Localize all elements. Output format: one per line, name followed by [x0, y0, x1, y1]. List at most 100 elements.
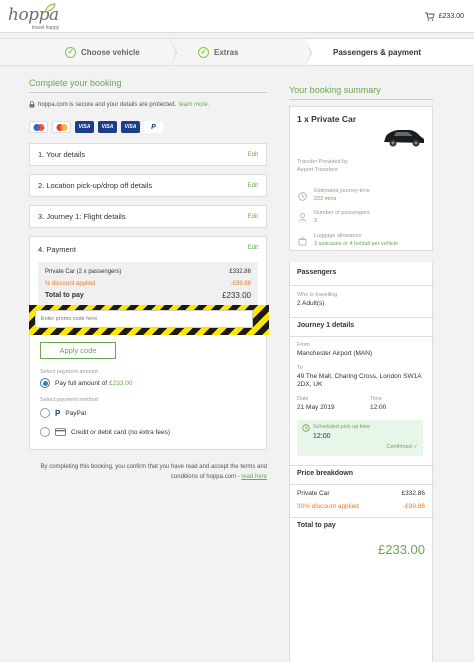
bd-discount-amount: -£99.86	[402, 503, 425, 510]
who-value: 2 Adult(s)	[297, 300, 325, 307]
confirmed-status: Confirmed ✓	[386, 444, 418, 450]
edit-link[interactable]: Edit	[248, 152, 258, 158]
terms-notice: By completing this booking, you confirm …	[29, 462, 267, 482]
cart-summary[interactable]: £233.00	[424, 12, 464, 21]
clock-icon	[302, 424, 310, 432]
bd-discount-label: 30% discount applied	[297, 503, 359, 510]
learn-more-link[interactable]: learn more.	[179, 102, 209, 108]
breakdown-heading: Price breakdown	[297, 470, 354, 477]
section-label: 4. Payment	[38, 245, 76, 254]
vehicle-card: 1 x Private Car Transfer Provided by Air…	[289, 106, 433, 251]
bd-car-amount: £332.86	[401, 490, 426, 497]
terms-link[interactable]: read here	[241, 474, 267, 480]
payment-amount-label: Select payment amount	[40, 369, 98, 375]
section-label: 1. Your details	[38, 150, 86, 159]
summary-divider	[289, 99, 433, 100]
luggage-icon	[298, 237, 307, 246]
step-extras[interactable]: ✓ Extras	[170, 38, 312, 67]
step-passengers-payment[interactable]: Passengers & payment	[305, 38, 474, 66]
passengers-label: Number of passengers	[314, 210, 370, 216]
radio-unselected[interactable]	[40, 427, 50, 437]
section-label: 2. Location pick-up/drop off details	[38, 181, 153, 190]
edit-link[interactable]: Edit	[248, 183, 258, 189]
summary-total-amount: £233.00	[378, 542, 425, 557]
car-image	[384, 130, 424, 147]
payment-method-label: Select payment method	[40, 397, 98, 403]
clock-icon	[298, 192, 307, 201]
sched-label: Scheduled pick-up time	[313, 424, 371, 430]
mastercard-icon	[52, 121, 71, 133]
maestro-icon	[29, 121, 48, 133]
from-label: From	[297, 342, 310, 348]
lock-icon	[29, 101, 35, 108]
discount-amount: -£99.86	[230, 281, 251, 287]
summary-title: Your booking summary	[289, 85, 381, 95]
journey-time-value: 222 mins	[314, 196, 337, 202]
paypal-icon: P	[55, 408, 61, 418]
visa-icon: VISA	[75, 121, 94, 133]
journey-heading: Journey 1 details	[297, 322, 355, 329]
radio-unselected[interactable]	[40, 408, 50, 418]
luggage-info: Luggage allowance 3 suitcases or 4 holda…	[314, 232, 398, 248]
booking-form: Complete your booking hoppa.com is secur…	[29, 78, 267, 450]
security-notice: hoppa.com is secure and your details are…	[29, 101, 267, 108]
edit-link[interactable]: Edit	[248, 245, 258, 254]
chevron-divider-fill	[170, 39, 176, 67]
apply-code-button[interactable]: Apply code	[40, 342, 116, 359]
price-label: Private Car (2 x passengers)	[45, 269, 122, 275]
passengers-heading: Passengers	[297, 269, 337, 276]
visa-electron-icon: VISA	[121, 121, 140, 133]
site-header: hoppa travel happy £233.00	[0, 0, 474, 33]
total-row: Total to pay £233.00	[45, 290, 251, 302]
discount-label: % discount applied	[45, 281, 96, 287]
divider	[290, 465, 434, 466]
price-row: Private Car (2 x passengers) £332.86	[45, 266, 251, 278]
divider	[290, 517, 434, 518]
logo-tagline: travel happy	[32, 25, 60, 31]
provider-label: Transfer Provided by	[297, 159, 348, 165]
paypal-option[interactable]: P PayPal	[40, 408, 86, 418]
accepted-cards: VISA VISA VISA P	[29, 121, 267, 133]
paypal-icon: P	[144, 121, 163, 133]
divider	[290, 336, 434, 337]
step-choose-vehicle[interactable]: ✓ Choose vehicle	[0, 38, 177, 67]
total-label: Total to pay	[45, 292, 84, 299]
time-value: 12:00	[370, 404, 387, 411]
luggage-value: 3 suitcases or 4 holdall per vehicle	[314, 241, 399, 247]
page-title: Complete your booking	[29, 78, 122, 88]
total-amount: £233.00	[222, 291, 251, 300]
price-amount: £332.86	[229, 269, 251, 275]
pay-full-option[interactable]: Pay full amount of £233.00	[40, 378, 133, 388]
person-icon	[298, 213, 307, 222]
date-value: 21 May 2019	[297, 404, 335, 411]
cart-icon	[424, 12, 435, 21]
pay-full-prefix: Pay full amount of	[55, 379, 108, 387]
card-option[interactable]: Credit or debit card (no extra fees)	[40, 427, 170, 437]
divider	[290, 317, 434, 318]
section-your-details[interactable]: 1. Your details Edit	[29, 143, 267, 166]
leaf-icon	[44, 3, 56, 13]
credit-card-icon	[55, 428, 66, 436]
price-summary: Private Car (2 x passengers) £332.86 % d…	[38, 262, 258, 306]
section-label: 3. Journey 1: Flight details	[38, 212, 126, 221]
step-label: Choose vehicle	[81, 47, 140, 57]
hoppa-logo[interactable]: hoppa travel happy	[8, 3, 59, 31]
summary-details: Passengers Who is travelling 2 Adult(s) …	[289, 262, 434, 662]
check-icon: ✓	[198, 46, 209, 58]
scheduled-pickup: Scheduled pick-up time 12:00 Confirmed ✓	[297, 420, 423, 456]
secure-text: hoppa.com is secure and your details are…	[38, 101, 177, 108]
passengers-value: 2	[314, 218, 318, 224]
edit-link[interactable]: Edit	[248, 214, 258, 220]
promo-code-input[interactable]	[35, 310, 253, 328]
radio-selected[interactable]	[40, 378, 50, 388]
confirmed-label: Confirmed	[386, 444, 412, 450]
cart-total: £233.00	[438, 13, 464, 20]
to-value: 49 The Mall, Charing Cross, London SW1A …	[297, 373, 422, 388]
card-label: Credit or debit card (no extra fees)	[71, 428, 170, 436]
terms-text: By completing this booking, you confirm …	[40, 464, 267, 480]
promo-code-highlight	[29, 305, 269, 335]
vehicle-title: 1 x Private Car	[297, 114, 357, 124]
section-flight-details[interactable]: 3. Journey 1: Flight details Edit	[29, 205, 267, 228]
pay-full-amount: £233.00	[109, 379, 133, 387]
section-location-details[interactable]: 2. Location pick-up/drop off details Edi…	[29, 174, 267, 197]
